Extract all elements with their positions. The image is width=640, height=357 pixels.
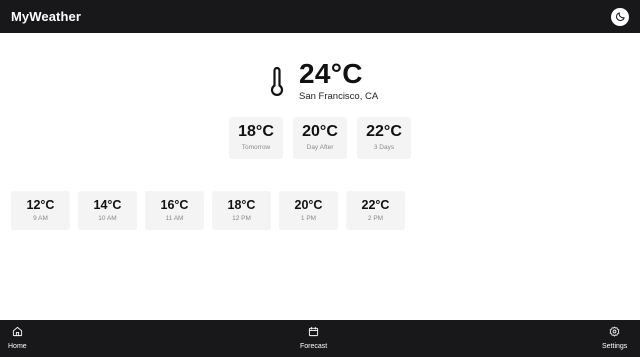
home-icon bbox=[12, 326, 22, 337]
nav-item-forecast[interactable]: Forecast bbox=[300, 326, 327, 350]
hourly-card[interactable]: 22°C 2 PM bbox=[346, 191, 405, 230]
nav-label-forecast: Forecast bbox=[300, 343, 328, 350]
hourly-card[interactable]: 16°C 11 AM bbox=[145, 191, 204, 230]
hourly-forecast: 12°C 9 AM 14°C 10 AM 16°C 11 AM 18°C 12 … bbox=[11, 191, 405, 230]
current-weather: 24°C San Francisco, CA bbox=[266, 58, 396, 106]
hourly-card-temperature: 22°C bbox=[361, 197, 390, 212]
bottom-navigation: Home Forecast Settings bbox=[0, 320, 640, 357]
nav-item-settings[interactable]: Settings bbox=[602, 326, 627, 350]
daily-card-label: Tomorrow bbox=[241, 144, 271, 152]
daily-card-label: Day After bbox=[306, 144, 334, 152]
hourly-card-time: 1 PM bbox=[300, 215, 317, 222]
current-location: San Francisco, CA bbox=[299, 91, 379, 102]
hourly-card-temperature: 16°C bbox=[160, 197, 189, 212]
nav-item-home[interactable]: Home bbox=[8, 326, 27, 350]
daily-card-temperature: 18°C bbox=[238, 123, 274, 141]
hourly-card-time: 9 AM bbox=[33, 215, 48, 222]
hourly-card-temperature: 20°C bbox=[294, 197, 323, 212]
nav-label-home: Home bbox=[8, 343, 27, 350]
daily-card-label: 3 Days bbox=[373, 144, 395, 152]
hourly-card[interactable]: 12°C 9 AM bbox=[11, 191, 70, 230]
hourly-card-temperature: 12°C bbox=[26, 197, 55, 212]
hourly-card-time: 11 AM bbox=[165, 215, 184, 222]
thermometer-icon bbox=[270, 67, 284, 96]
hourly-card[interactable]: 20°C 1 PM bbox=[279, 191, 338, 230]
hourly-card-time: 10 AM bbox=[98, 215, 117, 222]
current-temperature: 24°C bbox=[299, 58, 363, 89]
daily-card-temperature: 22°C bbox=[366, 123, 402, 141]
daily-card[interactable]: 18°C Tomorrow bbox=[229, 117, 283, 159]
nav-label-settings: Settings bbox=[602, 343, 628, 350]
moon-icon bbox=[615, 12, 625, 21]
daily-card-temperature: 20°C bbox=[302, 123, 338, 141]
hourly-card-temperature: 14°C bbox=[93, 197, 122, 212]
theme-toggle-button[interactable] bbox=[611, 7, 629, 26]
hourly-card-temperature: 18°C bbox=[227, 197, 256, 212]
top-app-bar: MyWeather bbox=[0, 0, 640, 33]
gear-icon bbox=[609, 326, 620, 337]
hourly-card-time: 12 PM bbox=[232, 215, 251, 222]
daily-card[interactable]: 22°C 3 Days bbox=[357, 117, 411, 159]
hourly-card[interactable]: 18°C 12 PM bbox=[212, 191, 271, 230]
calendar-icon bbox=[309, 326, 319, 337]
app-title: MyWeather bbox=[11, 9, 82, 24]
daily-forecast: 18°C Tomorrow 20°C Day After 22°C 3 Days bbox=[229, 117, 411, 159]
hourly-card-time: 2 PM bbox=[367, 215, 384, 222]
daily-card[interactable]: 20°C Day After bbox=[293, 117, 347, 159]
hourly-card[interactable]: 14°C 10 AM bbox=[78, 191, 137, 230]
